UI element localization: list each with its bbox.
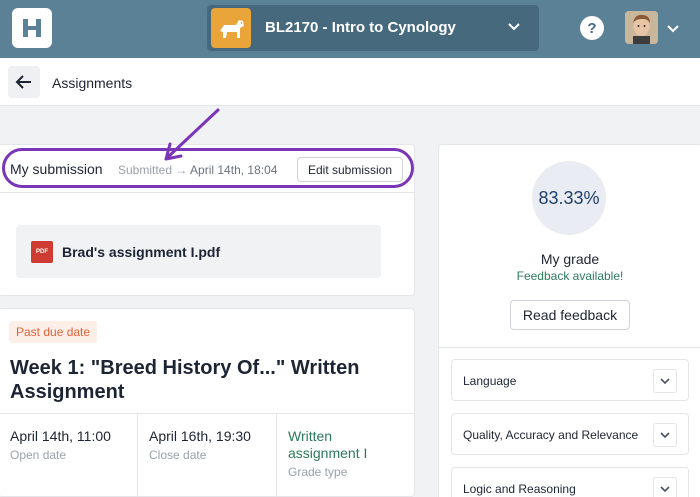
past-due-badge: Past due date bbox=[9, 321, 98, 343]
user-avatar-image bbox=[625, 11, 658, 44]
expand-button[interactable] bbox=[653, 369, 677, 393]
status-arrow: → bbox=[175, 163, 188, 177]
annotation-arrow-icon bbox=[164, 108, 220, 161]
course-selector[interactable]: BL2170 - Intro to Cynology bbox=[207, 5, 539, 51]
submission-date: April 14th, 18:04 bbox=[190, 163, 278, 177]
arrow-left-icon bbox=[15, 75, 31, 89]
meta-grade-type: Written assignment I Grade type bbox=[277, 414, 416, 497]
edit-submission-button[interactable]: Edit submission bbox=[297, 157, 403, 182]
grade-label: My grade bbox=[540, 251, 600, 267]
meta-close-date: April 16th, 19:30 Close date bbox=[138, 414, 277, 497]
read-feedback-button[interactable]: Read feedback bbox=[510, 300, 630, 330]
app-logo[interactable] bbox=[12, 8, 52, 48]
help-button[interactable]: ? bbox=[580, 16, 604, 40]
meta-open-date: April 14th, 11:00 Open date bbox=[0, 414, 138, 497]
back-button[interactable] bbox=[8, 66, 40, 98]
course-image-dog-icon bbox=[211, 8, 251, 48]
user-avatar[interactable] bbox=[625, 11, 658, 44]
assignment-title: Week 1: "Breed History Of..." Written As… bbox=[10, 357, 360, 403]
grade-type-value[interactable]: Written assignment I bbox=[288, 428, 398, 462]
expand-button[interactable] bbox=[653, 477, 677, 497]
criterion-logic[interactable]: Logic and Reasoning bbox=[451, 467, 689, 497]
criterion-quality[interactable]: Quality, Accuracy and Relevance bbox=[451, 413, 689, 455]
submission-status: Submitted → April 14th, 18:04 bbox=[118, 163, 277, 177]
grade-panel: 83.33% My grade Feedback available! Read… bbox=[438, 144, 700, 497]
course-title: BL2170 - Intro to Cynology bbox=[265, 19, 456, 36]
chevron-down-icon bbox=[660, 378, 670, 385]
criterion-language[interactable]: Language bbox=[451, 359, 689, 401]
open-date-label: Open date bbox=[10, 448, 67, 462]
chevron-down-icon bbox=[508, 23, 520, 31]
app-logo-icon bbox=[23, 19, 41, 37]
criterion-label: Logic and Reasoning bbox=[463, 482, 576, 496]
account-chevron-down-icon[interactable] bbox=[666, 21, 680, 35]
submitted-file[interactable]: PDF Brad's assignment I.pdf bbox=[16, 225, 381, 278]
expand-button[interactable] bbox=[653, 423, 677, 447]
file-name: Brad's assignment I.pdf bbox=[62, 244, 221, 260]
assignment-meta: April 14th, 11:00 Open date April 16th, … bbox=[0, 413, 414, 497]
pdf-file-icon: PDF bbox=[31, 241, 53, 263]
feedback-available-text: Feedback available! bbox=[516, 269, 624, 283]
chevron-down-icon bbox=[660, 432, 670, 439]
assignment-card: Past due date Week 1: "Breed History Of.… bbox=[0, 308, 415, 497]
page-title: Assignments bbox=[52, 75, 133, 91]
close-date-value: April 16th, 19:30 bbox=[149, 428, 251, 444]
open-date-value: April 14th, 11:00 bbox=[10, 428, 111, 444]
criterion-label: Language bbox=[463, 374, 517, 388]
top-navigation-bar: BL2170 - Intro to Cynology ? bbox=[0, 0, 700, 58]
divider bbox=[439, 347, 700, 348]
grade-value: 83.33% bbox=[538, 187, 600, 208]
help-icon: ? bbox=[587, 19, 597, 37]
grade-type-label: Grade type bbox=[288, 465, 348, 479]
submission-card: My submission Submitted → April 14th, 18… bbox=[0, 144, 415, 296]
grade-circle: 83.33% bbox=[532, 161, 606, 235]
chevron-down-icon bbox=[660, 486, 670, 493]
page-header: Assignments bbox=[0, 58, 700, 106]
status-text: Submitted bbox=[118, 163, 173, 177]
close-date-label: Close date bbox=[149, 448, 207, 462]
submission-label: My submission bbox=[10, 161, 103, 177]
criterion-label: Quality, Accuracy and Relevance bbox=[463, 428, 639, 442]
